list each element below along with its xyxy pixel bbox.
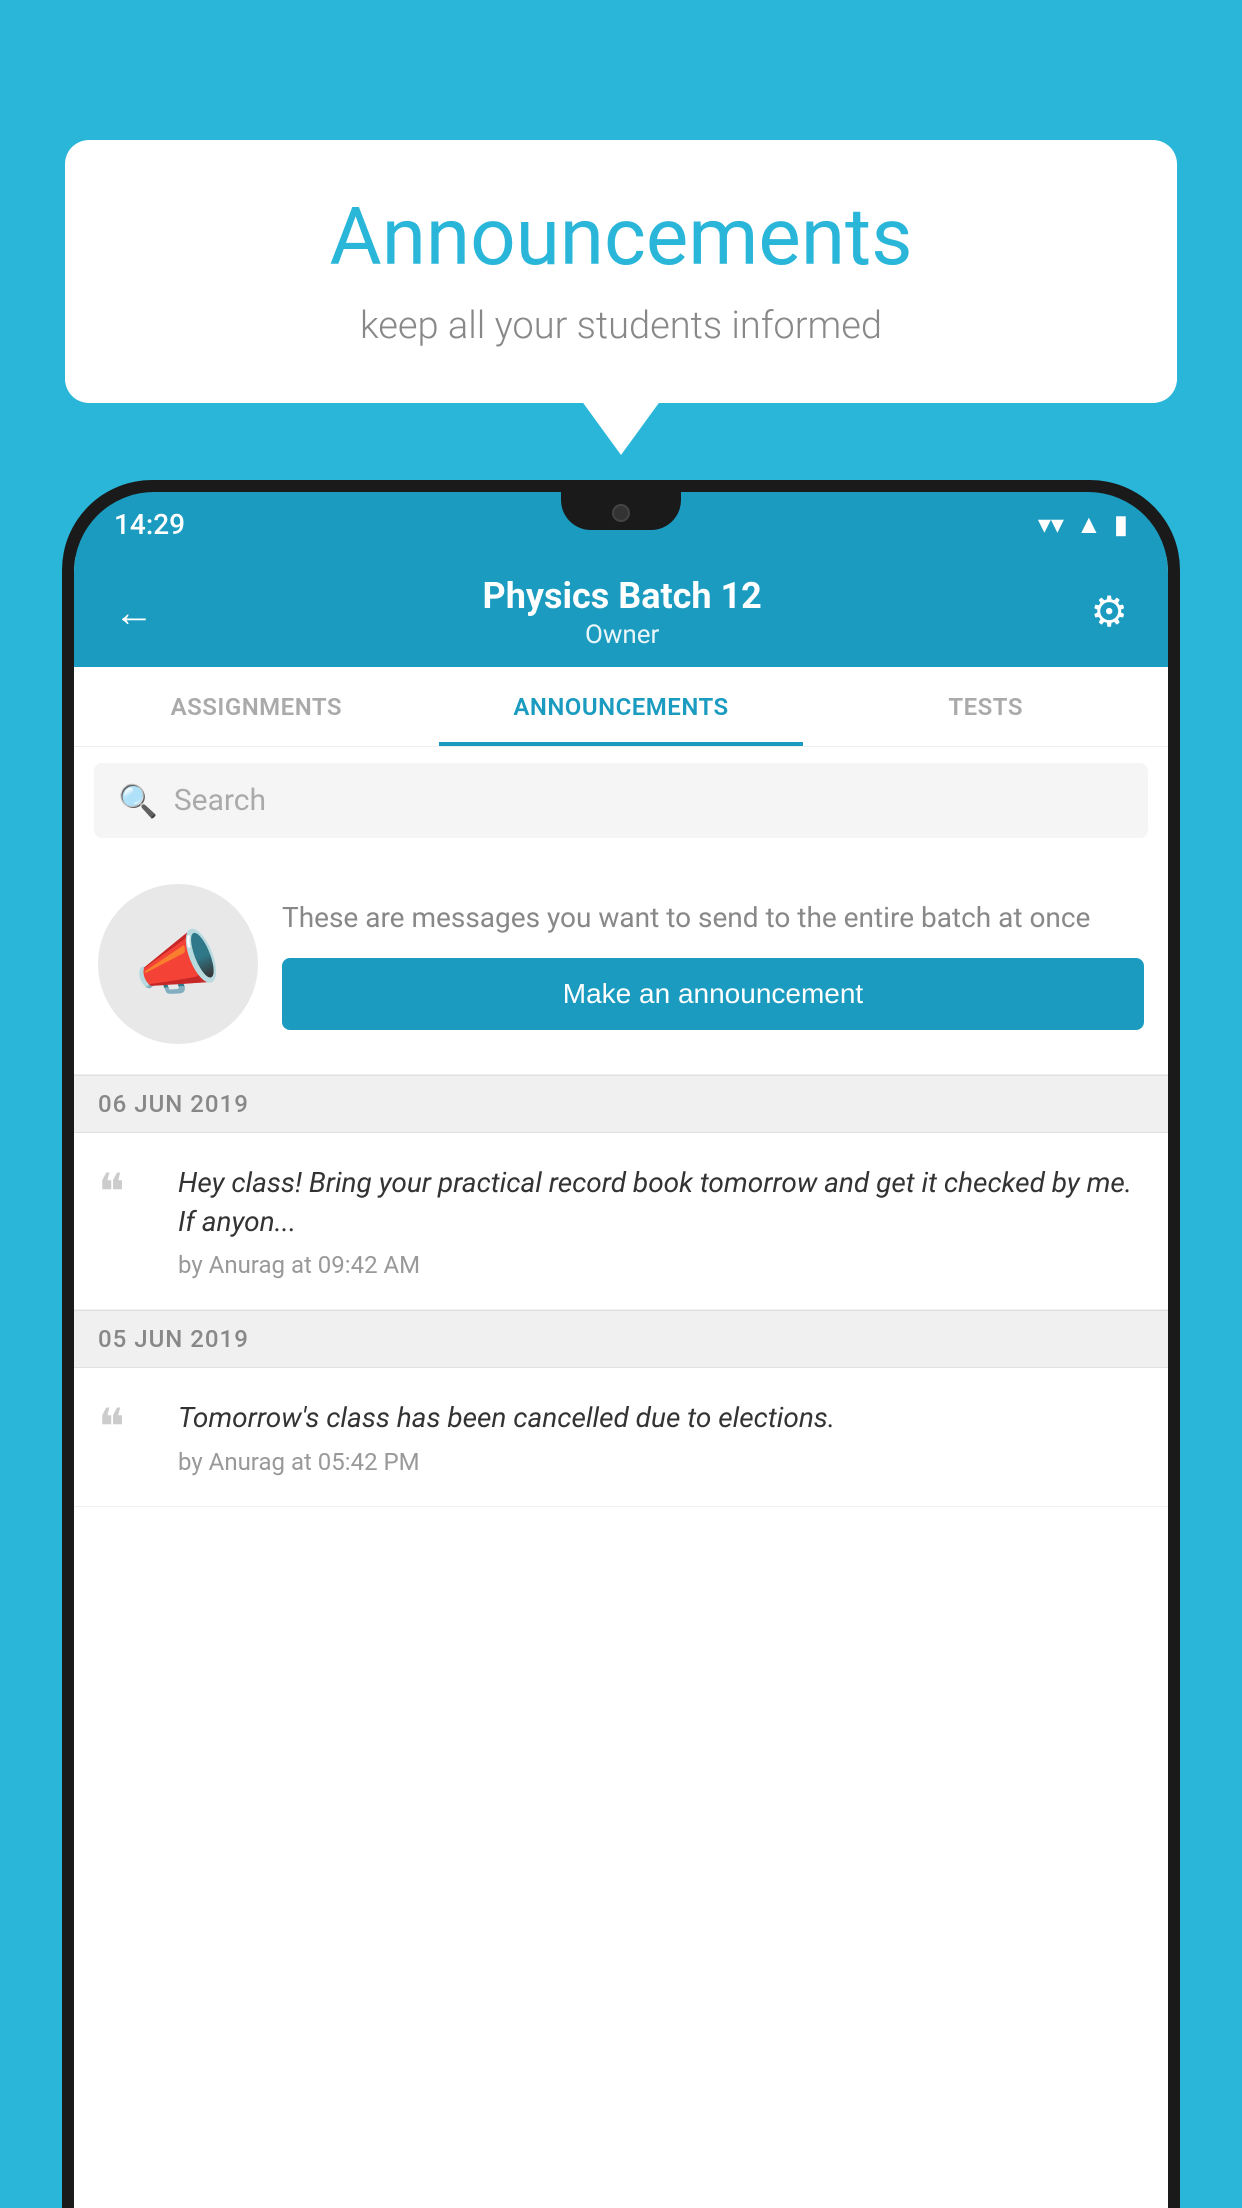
notch-camera	[612, 504, 630, 522]
promo-right: These are messages you want to send to t…	[282, 898, 1144, 1029]
speech-bubble-subtitle: keep all your students informed	[125, 304, 1117, 348]
megaphone-icon: 📣	[134, 923, 221, 1005]
quote-icon-1: ❝	[98, 1168, 158, 1218]
app-bar: ← Physics Batch 12 Owner ⚙	[74, 557, 1168, 667]
phone-screen: ← Physics Batch 12 Owner ⚙ ASSIGNMENTS A…	[74, 557, 1168, 2208]
phone-frame: 14:29 ▾▾ ▲ ▮ ← Physics Batch 12 Owner ⚙	[62, 480, 1180, 2208]
announcement-text-block-2: Tomorrow's class has been cancelled due …	[178, 1398, 1144, 1475]
announcement-item-2: ❝ Tomorrow's class has been cancelled du…	[74, 1368, 1168, 1506]
announcement-message-1: Hey class! Bring your practical record b…	[178, 1163, 1144, 1241]
date-separator-2: 05 JUN 2019	[74, 1310, 1168, 1368]
signal-icon: ▲	[1076, 509, 1102, 540]
announcement-meta-2: by Anurag at 05:42 PM	[178, 1448, 1144, 1476]
phone-inner: 14:29 ▾▾ ▲ ▮ ← Physics Batch 12 Owner ⚙	[74, 492, 1168, 2208]
search-bar-container: 🔍 Search	[74, 747, 1168, 854]
speech-bubble-container: Announcements keep all your students inf…	[65, 140, 1177, 403]
app-bar-title: Physics Batch 12	[164, 575, 1080, 617]
screen-content: 🔍 Search 📣 These are messages you want t…	[74, 747, 1168, 2208]
back-button[interactable]: ←	[104, 579, 164, 646]
make-announcement-button[interactable]: Make an announcement	[282, 958, 1144, 1030]
announcement-text-block-1: Hey class! Bring your practical record b…	[178, 1163, 1144, 1279]
tabs-bar: ASSIGNMENTS ANNOUNCEMENTS TESTS	[74, 667, 1168, 747]
wifi-icon: ▾▾	[1038, 510, 1064, 540]
promo-description: These are messages you want to send to t…	[282, 898, 1144, 937]
tab-announcements[interactable]: ANNOUNCEMENTS	[439, 667, 804, 746]
announcement-promo: 📣 These are messages you want to send to…	[74, 854, 1168, 1075]
settings-button[interactable]: ⚙	[1080, 577, 1138, 647]
tab-assignments[interactable]: ASSIGNMENTS	[74, 667, 439, 746]
status-bar: 14:29 ▾▾ ▲ ▮	[74, 492, 1168, 557]
search-icon: 🔍	[118, 782, 158, 820]
search-bar[interactable]: 🔍 Search	[94, 763, 1148, 838]
tab-tests[interactable]: TESTS	[803, 667, 1168, 746]
date-separator-1: 06 JUN 2019	[74, 1075, 1168, 1133]
speech-bubble: Announcements keep all your students inf…	[65, 140, 1177, 403]
battery-icon: ▮	[1114, 510, 1128, 540]
speech-bubble-title: Announcements	[125, 190, 1117, 284]
search-placeholder: Search	[174, 783, 266, 818]
app-bar-title-section: Physics Batch 12 Owner	[164, 575, 1080, 650]
quote-icon-2: ❝	[98, 1403, 158, 1453]
promo-icon-circle: 📣	[98, 884, 258, 1044]
status-icons: ▾▾ ▲ ▮	[1038, 509, 1128, 540]
status-time: 14:29	[114, 508, 185, 541]
app-bar-subtitle: Owner	[164, 620, 1080, 650]
announcement-item-1: ❝ Hey class! Bring your practical record…	[74, 1133, 1168, 1310]
notch	[561, 492, 681, 530]
announcement-meta-1: by Anurag at 09:42 AM	[178, 1251, 1144, 1279]
announcement-message-2: Tomorrow's class has been cancelled due …	[178, 1398, 1144, 1437]
